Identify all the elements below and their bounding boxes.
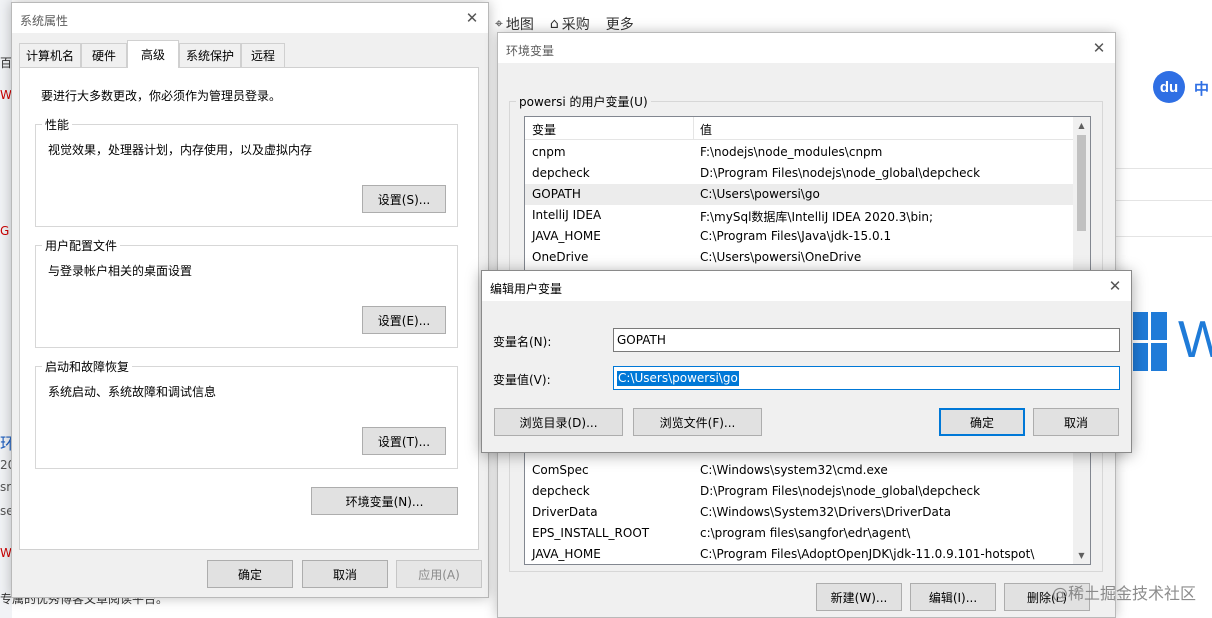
table-row[interactable]: cnpm F:\nodejs\node_modules\cnpm xyxy=(525,142,1073,163)
system-list-scrollbar[interactable]: ▼ xyxy=(1073,439,1090,564)
environment-variables-button[interactable]: 环境变量(N)... xyxy=(311,487,458,515)
system-properties-titlebar[interactable]: 系统属性 ✕ xyxy=(12,3,488,33)
environment-variables-titlebar[interactable]: 环境变量 ✕ xyxy=(498,33,1115,63)
variable-name-label: 变量名(N): xyxy=(493,335,552,349)
table-row[interactable]: IntelliJ IDEA F:\mySql数据库\IntelliJ IDEA … xyxy=(525,205,1073,226)
browse-file-button[interactable]: 浏览文件(F)... xyxy=(633,408,762,436)
system-properties-window: 系统属性 ✕ 计算机名 硬件 高级 系统保护 远程 要进行大多数更改，你必须作为… xyxy=(11,2,489,598)
performance-settings-button[interactable]: 设置(S)... xyxy=(362,185,446,213)
windows-logo-text: W xyxy=(1178,311,1212,369)
window-title: 环境变量 xyxy=(506,44,555,58)
table-row[interactable]: ComSpec C:\Windows\system32\cmd.exe xyxy=(525,460,1073,481)
tab-remote[interactable]: 远程 xyxy=(241,43,285,67)
user-variables-list[interactable]: 变量 值 cnpm F:\nodejs\node_modules\cnpm de… xyxy=(524,116,1091,276)
user-profiles-settings-button[interactable]: 设置(E)... xyxy=(362,306,446,334)
nav-item-more[interactable]: 更多 xyxy=(606,14,634,34)
edit-variable-button[interactable]: 编辑(I)... xyxy=(910,583,996,611)
column-header-value[interactable]: 值 xyxy=(700,121,712,138)
user-variables-label: powersi 的用户变量(U) xyxy=(516,93,651,110)
windows-logo-icon xyxy=(1133,312,1167,372)
variable-name-input[interactable]: GOPATH xyxy=(613,328,1120,352)
browser-top-nav: ⌖ 地图 ⌂ 采购 更多 xyxy=(495,14,634,34)
user-profiles-group: 用户配置文件 与登录帐户相关的桌面设置 设置(E)... xyxy=(35,237,458,348)
watermark: @稀土掘金技术社区 xyxy=(1052,584,1197,603)
close-icon[interactable]: ✕ xyxy=(1089,38,1109,58)
advanced-tab-panel: 要进行大多数更改，你必须作为管理员登录。 性能 视觉效果，处理器计划，内存使用，… xyxy=(19,67,479,550)
panel-divider xyxy=(1115,168,1212,169)
table-row[interactable]: OneDrive C:\Users\powersi\OneDrive xyxy=(525,247,1073,268)
scroll-thumb[interactable] xyxy=(1077,135,1086,231)
table-row[interactable]: depcheck D:\Program Files\nodejs\node_gl… xyxy=(525,481,1073,502)
edit-user-variable-dialog: 编辑用户变量 ✕ 变量名(N): GOPATH 变量值(V): C:\Users… xyxy=(481,270,1132,453)
ok-button[interactable]: 确定 xyxy=(207,560,293,588)
new-variable-button[interactable]: 新建(W)... xyxy=(816,583,902,611)
group-description: 与登录帐户相关的桌面设置 xyxy=(48,264,193,278)
group-label: 用户配置文件 xyxy=(42,237,121,254)
apply-button[interactable]: 应用(A) xyxy=(396,560,482,588)
group-label: 性能 xyxy=(42,116,73,133)
scroll-up-icon[interactable]: ▲ xyxy=(1073,117,1090,134)
performance-group: 性能 视觉效果，处理器计划，内存使用，以及虚拟内存 设置(S)... xyxy=(35,116,458,227)
column-header-variable[interactable]: 变量 xyxy=(532,121,556,138)
variable-value-label: 变量值(V): xyxy=(493,373,551,387)
side-glyph: sr xyxy=(0,480,12,494)
tab-hardware[interactable]: 硬件 xyxy=(81,43,127,67)
column-divider[interactable] xyxy=(693,117,694,140)
cancel-button[interactable]: 取消 xyxy=(1033,408,1119,436)
baidu-du-text: 中 xyxy=(1194,80,1210,98)
table-row[interactable]: depcheck D:\Program Files\nodejs\node_gl… xyxy=(525,163,1073,184)
scroll-down-icon[interactable]: ▼ xyxy=(1073,547,1090,564)
window-title: 系统属性 xyxy=(20,14,69,28)
user-list-scrollbar[interactable]: ▲ xyxy=(1073,117,1090,275)
table-row[interactable]: DriverData C:\Windows\System32\Drivers\D… xyxy=(525,502,1073,523)
table-row[interactable]: JAVA_HOME C:\Program Files\AdoptOpenJDK\… xyxy=(525,544,1073,564)
group-description: 视觉效果，处理器计划，内存使用，以及虚拟内存 xyxy=(48,143,313,157)
tab-system-protection[interactable]: 系统保护 xyxy=(179,43,241,67)
edit-dialog-titlebar[interactable]: 编辑用户变量 ✕ xyxy=(482,271,1131,301)
startup-recovery-settings-button[interactable]: 设置(T)... xyxy=(362,427,446,455)
cancel-button[interactable]: 取消 xyxy=(302,560,388,588)
nav-item-purchase[interactable]: ⌂ 采购 xyxy=(550,14,590,34)
tab-computer-name[interactable]: 计算机名 xyxy=(19,43,81,67)
group-description: 系统启动、系统故障和调试信息 xyxy=(48,385,217,399)
dialog-title: 编辑用户变量 xyxy=(490,282,563,296)
baidu-du-logo: du xyxy=(1153,71,1185,103)
admin-note: 要进行大多数更改，你必须作为管理员登录。 xyxy=(41,89,282,103)
table-row[interactable]: EPS_INSTALL_ROOT c:\program files\sangfo… xyxy=(525,523,1073,544)
browse-directory-button[interactable]: 浏览目录(D)... xyxy=(494,408,623,436)
list-header: 变量 值 xyxy=(525,117,1090,140)
panel-divider xyxy=(1115,236,1212,237)
map-pin-icon: ⌖ xyxy=(495,16,503,32)
ok-button[interactable]: 确定 xyxy=(939,408,1025,436)
side-glyph: G xyxy=(0,224,10,238)
group-label: 启动和故障恢复 xyxy=(42,358,133,375)
tab-advanced[interactable]: 高级 xyxy=(127,40,179,68)
system-variables-list[interactable]: ComSpec C:\Windows\system32\cmd.exe depc… xyxy=(524,438,1091,565)
close-icon[interactable]: ✕ xyxy=(462,8,482,28)
startup-recovery-group: 启动和故障恢复 系统启动、系统故障和调试信息 设置(T)... xyxy=(35,358,458,469)
table-row-selected[interactable]: GOPATH C:\Users\powersi\go xyxy=(525,184,1073,205)
nav-item-map[interactable]: ⌖ 地图 xyxy=(495,14,534,34)
table-row[interactable]: JAVA_HOME C:\Program Files\Java\jdk-15.0… xyxy=(525,226,1073,247)
close-icon[interactable]: ✕ xyxy=(1105,276,1125,296)
bag-icon: ⌂ xyxy=(549,16,559,32)
panel-divider xyxy=(1115,200,1212,201)
variable-value-input[interactable]: C:\Users\powersi\go xyxy=(613,366,1120,390)
